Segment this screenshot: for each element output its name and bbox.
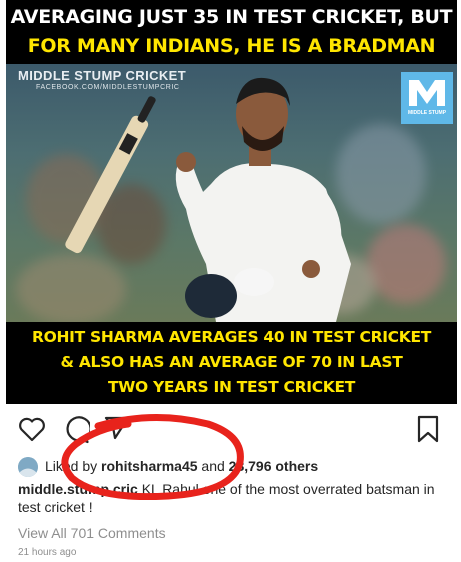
headline-line-1: AVERAGING JUST 35 IN TEST CRICKET, BUT [10, 6, 453, 28]
likes-middle: and [197, 458, 229, 474]
cricketer-photo: MIDDLE STUMP CRICKET FACEBOOK.COM/MIDDLE… [6, 64, 457, 322]
likes-text: Liked by rohitsharma45 and 28,796 others [45, 458, 318, 474]
logo-text: MIDDLE STUMP [407, 110, 447, 116]
likes-row: Liked by rohitsharma45 and 28,796 others [18, 456, 448, 477]
meme-caption-line-1: ROHIT SHARMA AVERAGES 40 IN TEST CRICKET [31, 328, 432, 346]
post-timestamp: 21 hours ago [18, 547, 77, 558]
likes-others-link[interactable]: 28,796 others [229, 458, 319, 474]
meme-headline: AVERAGING JUST 35 IN TEST CRICKET, BUT F… [6, 0, 457, 64]
meme-caption-line-3: TWO YEARS IN TEST CRICKET [107, 378, 356, 396]
share-icon[interactable] [104, 416, 130, 440]
view-all-comments-link[interactable]: View All 701 Comments [18, 525, 166, 541]
avatar-icon [18, 457, 38, 477]
instagram-post: AVERAGING JUST 35 IN TEST CRICKET, BUT F… [0, 0, 461, 562]
watermark-url: FACEBOOK.COM/MIDDLESTUMPCRIC [36, 84, 180, 91]
post-caption: middle.stump.cric KL Rahul one of the mo… [18, 480, 448, 516]
bookmark-icon[interactable] [416, 415, 440, 443]
comment-icon[interactable] [62, 416, 90, 444]
meme-caption: ROHIT SHARMA AVERAGES 40 IN TEST CRICKET… [6, 322, 457, 404]
meme-caption-line-2: & ALSO HAS AN AVERAGE OF 70 IN LAST [60, 353, 403, 371]
headline-line-2: FOR MANY INDIANS, HE IS A BRADMAN [27, 35, 436, 57]
liked-by-username[interactable]: rohitsharma45 [101, 458, 197, 474]
brand-logo: MIDDLE STUMP [401, 72, 453, 124]
avatar[interactable] [18, 457, 38, 477]
likes-prefix: Liked by [45, 458, 102, 474]
watermark: MIDDLE STUMP CRICKET [18, 68, 187, 83]
post-image[interactable]: AVERAGING JUST 35 IN TEST CRICKET, BUT F… [6, 0, 457, 404]
heart-icon[interactable] [18, 416, 46, 442]
m-logo-icon [409, 80, 445, 106]
caption-username[interactable]: middle.stump.cric [18, 481, 138, 497]
player-figure [65, 77, 351, 322]
